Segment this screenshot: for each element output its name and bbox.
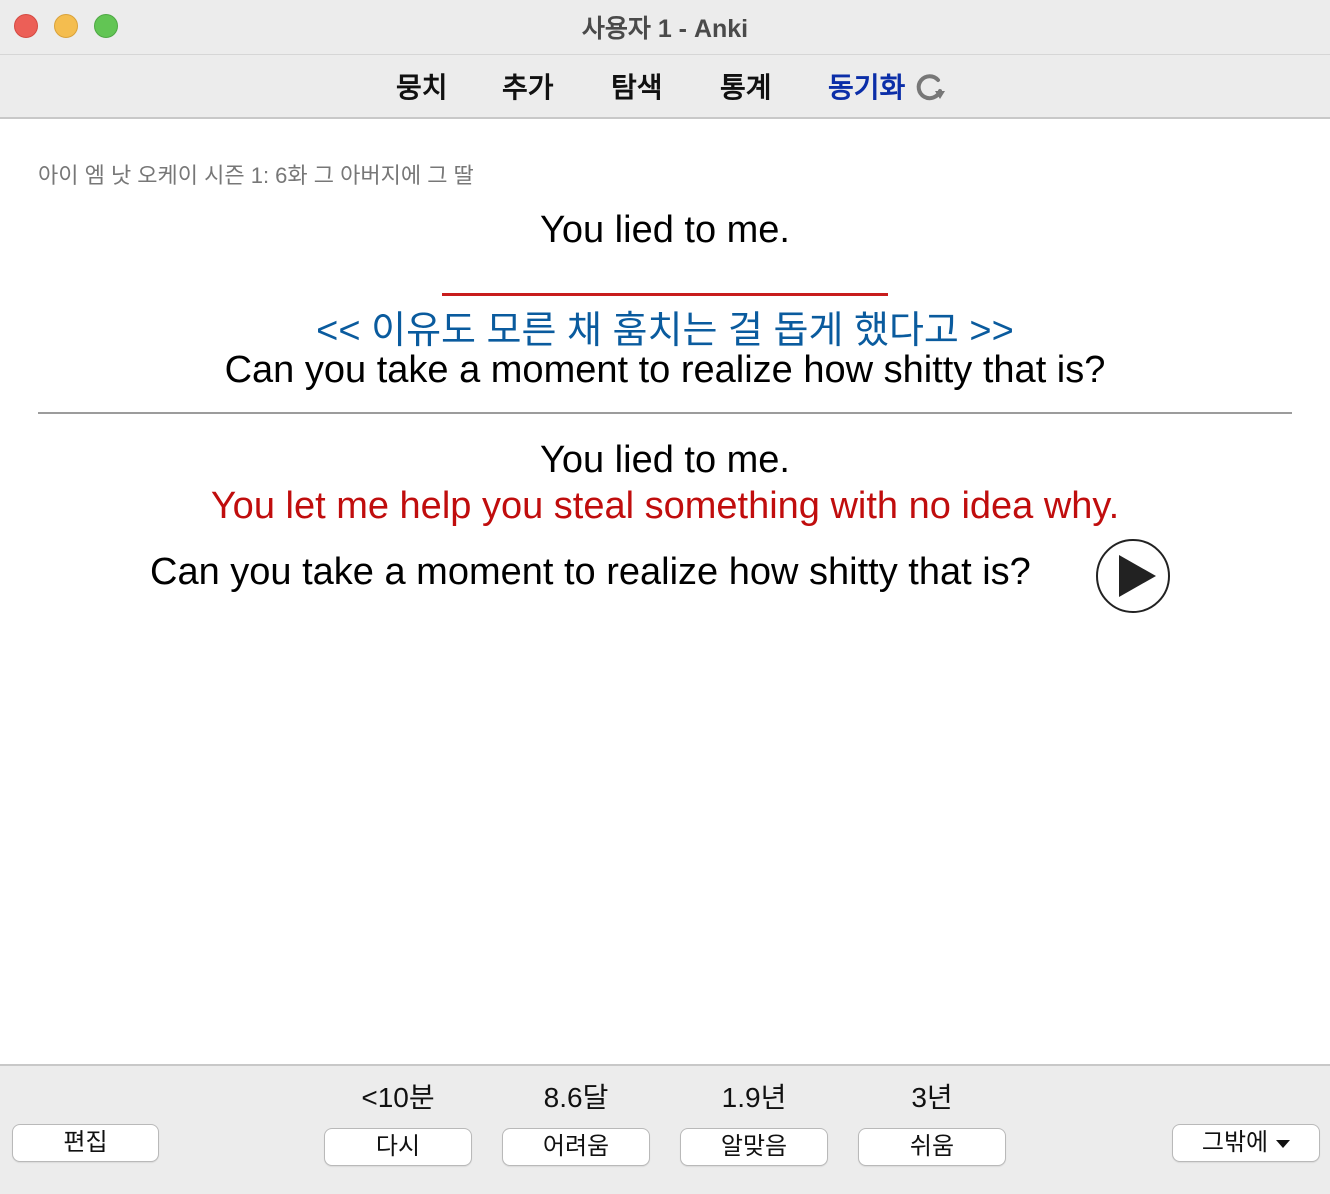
interval-again: <10분 bbox=[361, 1082, 435, 1113]
chevron-down-icon bbox=[1276, 1139, 1291, 1148]
toolbar-browse[interactable]: 탐색 bbox=[611, 66, 663, 106]
play-icon bbox=[1119, 555, 1156, 597]
more-button-label: 그밖에 bbox=[1201, 1129, 1269, 1156]
front-cloze: << 이유도 모른 채 훔치는 걸 돕게 했다고 >> bbox=[316, 310, 1014, 352]
back-line-1: You lied to me. bbox=[540, 439, 790, 481]
toolbar-add[interactable]: 추가 bbox=[502, 66, 554, 106]
front-line-3: Can you take a moment to realize how shi… bbox=[224, 349, 1106, 391]
toolbar-decks[interactable]: 뭉치 bbox=[396, 66, 448, 106]
refresh-icon[interactable] bbox=[914, 71, 946, 103]
back-answer: You let me help you steal something with… bbox=[210, 485, 1120, 527]
edit-button[interactable]: 편집 bbox=[12, 1124, 159, 1162]
main-toolbar: 뭉치 추가 탐색 통계 동기화 bbox=[0, 55, 1330, 119]
title-bar: 사용자 1 - Anki bbox=[0, 0, 1330, 55]
good-button[interactable]: 알맞음 bbox=[680, 1128, 828, 1166]
interval-good: 1.9년 bbox=[721, 1082, 787, 1113]
deck-path: 아이 엠 낫 오케이 시즌 1: 6화 그 아버지에 그 딸 bbox=[38, 163, 474, 188]
answer-bar bbox=[0, 1064, 1330, 1194]
cloze-underline bbox=[442, 293, 888, 296]
front-line-1: You lied to me. bbox=[540, 209, 790, 251]
toolbar-sync[interactable]: 동기화 bbox=[828, 66, 905, 106]
window-title: 사용자 1 - Anki bbox=[581, 15, 749, 43]
audio-play-button[interactable] bbox=[1096, 539, 1170, 613]
interval-hard: 8.6달 bbox=[543, 1082, 609, 1113]
easy-button[interactable]: 쉬움 bbox=[858, 1128, 1006, 1166]
interval-easy: 3년 bbox=[911, 1082, 953, 1113]
hard-button[interactable]: 어려움 bbox=[502, 1128, 650, 1166]
again-button[interactable]: 다시 bbox=[324, 1128, 472, 1166]
more-button[interactable]: 그밖에 bbox=[1172, 1124, 1320, 1162]
back-line-3: Can you take a moment to realize how shi… bbox=[150, 551, 1031, 593]
answer-divider bbox=[38, 412, 1292, 414]
toolbar-stats[interactable]: 통계 bbox=[720, 66, 772, 106]
